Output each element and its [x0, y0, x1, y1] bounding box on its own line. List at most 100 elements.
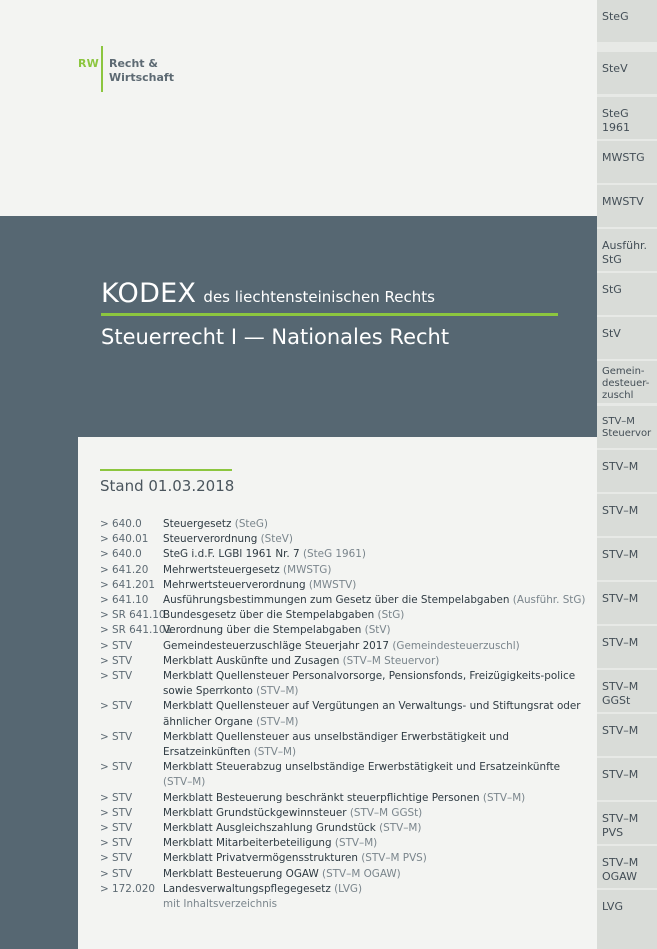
list-item[interactable]: > SR 641.10 Bundesgesetz über die Stempel… — [100, 608, 590, 623]
item-number: > 640.0 — [100, 518, 142, 530]
item-abbreviation: (MWSTV) — [308, 578, 357, 591]
tab-label: Gemein- — [602, 366, 645, 377]
item-title: Mehrwertsteuerverordnung — [163, 578, 306, 591]
register-tab[interactable]: StV — [597, 317, 657, 359]
item-text: Merkblatt Quellensteuer Personalvorsorge… — [163, 669, 590, 699]
register-tab[interactable]: SteG 1961 — [597, 97, 657, 139]
item-text: Landesverwaltungspflegegesetz (LVG) mit I… — [163, 882, 590, 912]
list-item[interactable]: > 640.0 SteG i.d.F. LGBl 1961 Nr. 7 (SteG… — [100, 547, 590, 562]
title-divider — [101, 313, 558, 316]
tab-label: SteG — [602, 10, 629, 23]
table-of-contents: > 640.0 Steuergesetz (SteG) > 640.01 Steuer… — [100, 517, 590, 912]
item-number: > STV — [100, 852, 133, 865]
item-text: Bundesgesetz über die Stempelabgaben (St… — [163, 608, 590, 623]
item-number: > STV — [100, 639, 133, 652]
item-abbreviation: (Ausführ. StG) — [512, 594, 586, 607]
item-number: > STV — [100, 761, 133, 774]
left-bar — [0, 437, 78, 949]
item-text: Merkblatt Mitarbeiterbeteiligung (STV–M) — [163, 836, 590, 851]
tab-label: STV–M — [602, 636, 639, 649]
list-item[interactable]: > SR 641.101 Verordnung über die Stempela… — [100, 623, 590, 638]
register-tab[interactable]: StG — [597, 273, 657, 315]
register-tab[interactable]: STV–M OGAW — [597, 846, 657, 888]
register-tab[interactable]: MWSTV — [597, 185, 657, 227]
register-tab[interactable]: STV–M — [597, 450, 657, 492]
register-tab[interactable]: Gemein-desteuer-zuschl — [597, 361, 657, 403]
tab-label: SteV — [602, 62, 628, 75]
tab-label: PVS — [602, 826, 624, 839]
item-text: Merkblatt Quellensteuer aus unselbständi… — [163, 730, 590, 760]
register-tab[interactable]: STV–M PVS — [597, 802, 657, 844]
item-abbreviation: (STV–M) — [163, 776, 206, 789]
logo-line-1: Recht & — [109, 57, 158, 70]
register-tab[interactable]: STV–M — [597, 626, 657, 668]
list-item[interactable]: > STV Merkblatt Ausgleichszahlung Grundst… — [100, 821, 590, 836]
list-item[interactable]: > STV Merkblatt Mitarbeiterbeteiligung (S… — [100, 836, 590, 851]
item-title: Landesverwaltungspflegegesetz — [163, 882, 331, 895]
register-tab[interactable]: STV–M — [597, 538, 657, 580]
register-tab[interactable]: MWSTG — [597, 141, 657, 183]
item-text: Mehrwertsteuergesetz (MWSTG) — [163, 563, 590, 578]
stand-divider — [100, 469, 232, 471]
item-title: Merkblatt Mitarbeiterbeteiligung — [163, 837, 332, 850]
title-kodex: KODEX — [101, 278, 197, 309]
register-tab[interactable]: LVG — [597, 890, 657, 949]
item-text: Mehrwertsteuerverordnung (MWSTV) — [163, 578, 590, 593]
list-item[interactable]: > STV Merkblatt Privatvermögensstrukturen… — [100, 851, 590, 866]
list-item[interactable]: > 640.01 Steuerverordnung (SteV) — [100, 532, 590, 547]
item-abbreviation: (STV–M) — [256, 685, 299, 698]
list-item[interactable]: > STV Merkblatt Besteuerung OGAW (STV–M O… — [100, 867, 590, 882]
list-item[interactable]: > STV Merkblatt Grundstückgewinnsteuer (S… — [100, 806, 590, 821]
item-abbreviation: (STV–M PVS) — [361, 852, 427, 865]
register-tab[interactable]: STV–M Steuervor — [597, 406, 657, 448]
register-tab[interactable]: STV–M — [597, 582, 657, 624]
list-item[interactable]: > STV Merkblatt Besteuerung beschränkt st… — [100, 791, 590, 806]
item-title: Merkblatt Besteuerung beschränkt steuerp… — [163, 791, 480, 804]
item-number: > STV — [100, 730, 133, 743]
item-abbreviation: (STV–M) — [482, 791, 526, 804]
item-abbreviation: (STV–M) — [253, 746, 297, 759]
item-title: SteG i.d.F. LGBl 1961 Nr. 7 — [163, 548, 300, 561]
register-tab[interactable]: SteV — [597, 52, 657, 94]
item-abbreviation: (STV–M) — [334, 837, 378, 850]
item-text: Merkblatt Auskünfte und Zusagen (STV–M S… — [163, 654, 590, 669]
register-tab[interactable]: STV–M — [597, 758, 657, 800]
list-item[interactable]: > STV Merkblatt Steuerabzug unselbständig… — [100, 760, 590, 790]
item-title: Merkblatt Quellensteuer Personalvorsorge… — [163, 670, 576, 698]
item-title: Merkblatt Quellensteuer auf Vergütungen … — [163, 700, 581, 728]
register-tab[interactable]: STV–M — [597, 494, 657, 536]
list-item[interactable]: > STV Merkblatt Quellensteuer auf Vergütu… — [100, 699, 590, 729]
list-item[interactable]: > 641.201 Mehrwertsteuerverordnung (MWSTV… — [100, 578, 590, 593]
list-item[interactable]: > 172.020 Landesverwaltungspflegegesetz (… — [100, 882, 590, 912]
item-text: Ausführungsbestimmungen zum Gesetz über … — [163, 593, 590, 608]
list-item[interactable]: > STV Gemeindesteuerzuschläge Steuerjahr … — [100, 639, 590, 654]
tab-label: OGAW — [602, 870, 637, 883]
list-item[interactable]: > STV Merkblatt Quellensteuer Personalvor… — [100, 669, 590, 699]
list-item[interactable]: > 641.20 Mehrwertsteuergesetz (MWSTG) — [100, 563, 590, 578]
item-number: > STV — [100, 867, 133, 880]
item-abbreviation: (SteG 1961) — [302, 548, 366, 561]
tab-label: MWSTG — [602, 151, 645, 164]
register-tab[interactable]: STV–M — [597, 714, 657, 756]
tab-label: LVG — [602, 900, 623, 913]
item-text: Merkblatt Ausgleichszahlung Grundstück (… — [163, 821, 590, 836]
item-abbreviation: (MWSTG) — [283, 563, 332, 576]
item-number: > STV — [100, 654, 133, 667]
item-text: Merkblatt Privatvermögensstrukturen (STV… — [163, 851, 590, 866]
item-abbreviation: (SteG) — [234, 518, 268, 530]
item-number: > 641.201 — [100, 578, 155, 591]
register-tab[interactable]: Ausführ. StG — [597, 229, 657, 271]
list-item[interactable]: > 640.0 Steuergesetz (SteG) — [100, 517, 590, 532]
tab-label: STV–M — [602, 856, 639, 869]
item-number: > STV — [100, 791, 133, 804]
tab-label: StG — [602, 253, 622, 266]
list-item[interactable]: > STV Merkblatt Auskünfte und Zusagen (ST… — [100, 654, 590, 669]
item-title: Bundesgesetz über die Stempelabgaben — [163, 609, 375, 622]
item-text: Merkblatt Steuerabzug unselbständige Erw… — [163, 760, 590, 790]
register-tab[interactable]: STV–M GGSt — [597, 670, 657, 712]
tab-label: Steuervor — [602, 428, 652, 439]
item-title: Steuerverordnung — [163, 533, 258, 546]
register-tab[interactable]: SteG — [597, 0, 657, 42]
list-item[interactable]: > 641.10 Ausführungsbestimmungen zum Gese… — [100, 593, 590, 608]
list-item[interactable]: > STV Merkblatt Quellensteuer aus unselbs… — [100, 730, 590, 760]
